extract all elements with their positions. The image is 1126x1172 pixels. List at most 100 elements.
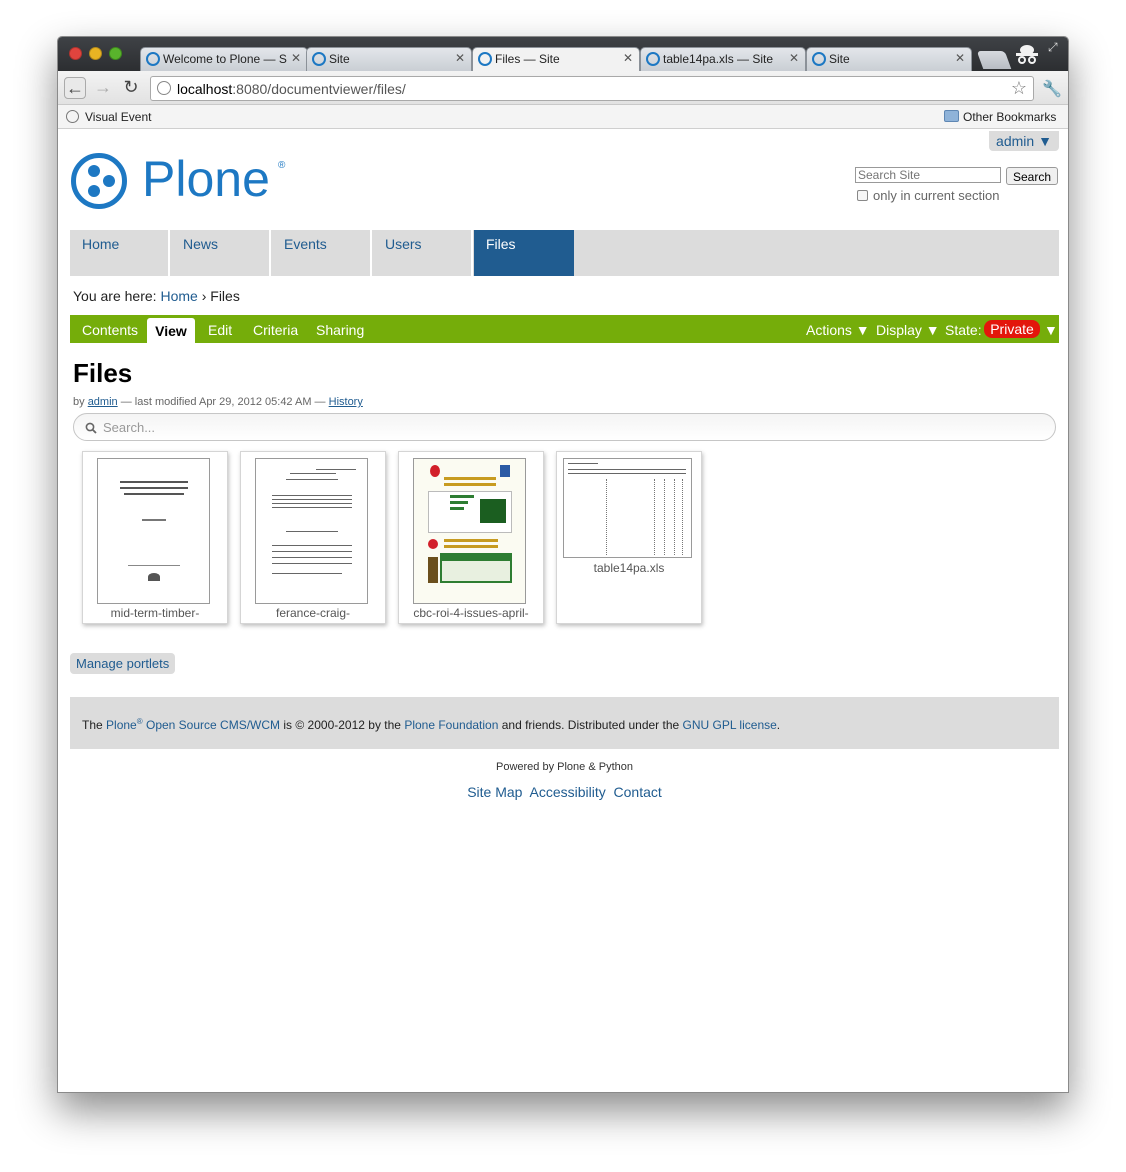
breadcrumb-label: You are here: — [73, 288, 157, 304]
state-badge[interactable]: Private — [984, 320, 1040, 338]
site-actions: Site Map Accessibility Contact — [70, 784, 1059, 800]
plone-logo[interactable]: Plone ® — [70, 151, 290, 210]
footer-license-text: GNU GPL license — [682, 718, 777, 732]
accessibility-link[interactable]: Accessibility — [529, 784, 605, 800]
file-card[interactable]: mid-term-timber- — [82, 451, 228, 624]
tab-welcome[interactable]: Welcome to Plone — S ✕ — [140, 47, 308, 71]
wrench-icon[interactable]: 🔧 — [1042, 79, 1062, 99]
byline-history-link[interactable]: History — [329, 396, 363, 408]
tab-site-2[interactable]: Site ✕ — [806, 47, 972, 71]
document-thumbnail — [255, 458, 368, 604]
close-window-button[interactable] — [69, 47, 82, 60]
footer-plone-link[interactable]: Plone® — [106, 717, 143, 732]
tab-sharing[interactable]: Sharing — [316, 322, 364, 338]
title-bar: Welcome to Plone — S ✕ Site ✕ Files — Si… — [58, 37, 1068, 71]
plone-favicon-icon — [146, 52, 160, 66]
site-search-input[interactable] — [855, 167, 1001, 183]
tab-close-icon[interactable]: ✕ — [955, 51, 965, 65]
tab-files[interactable]: Files — Site ✕ — [472, 47, 640, 71]
plone-registered-mark: ® — [278, 160, 286, 171]
contact-link[interactable]: Contact — [614, 784, 662, 800]
file-name[interactable]: mid-term-timber- — [83, 606, 227, 620]
tab-site[interactable]: Site ✕ — [306, 47, 472, 71]
page-title: Files — [73, 358, 133, 388]
tab-table14pa[interactable]: table14pa.xls — Site ✕ — [640, 47, 806, 71]
byline-modified: — last modified Apr 29, 2012 05:42 AM — — [120, 396, 326, 408]
site-search-button-label: Search — [1012, 170, 1052, 184]
nav-home[interactable]: Home — [70, 230, 170, 276]
tab-close-icon[interactable]: ✕ — [455, 51, 465, 65]
plone-logo-icon — [71, 153, 127, 209]
footer-license-link[interactable]: GNU GPL license — [683, 718, 777, 732]
file-search-box[interactable]: Search... — [73, 413, 1056, 441]
zoom-window-button[interactable] — [109, 47, 122, 60]
tab-title: table14pa.xls — Site — [663, 52, 774, 66]
bookmark-other[interactable]: Other Bookmarks — [963, 110, 1056, 124]
plone-favicon-icon — [478, 52, 492, 66]
file-card[interactable]: table14pa.xls — [556, 451, 702, 624]
current-section-label: only in current section — [873, 188, 1000, 203]
file-name[interactable]: cbc-roi-4-issues-april- — [399, 606, 543, 620]
back-button[interactable]: ← — [64, 77, 86, 99]
tab-edit[interactable]: Edit — [208, 322, 232, 338]
browser-toolbar: ← → ↻ localhost:8080/documentviewer/file… — [58, 71, 1068, 105]
tab-view[interactable]: View — [147, 318, 195, 343]
tab-criteria[interactable]: Criteria — [253, 322, 298, 338]
plone-logo-text: Plone — [142, 151, 270, 207]
url-host: localhost — [177, 81, 233, 97]
file-name[interactable]: table14pa.xls — [557, 561, 701, 575]
state-menu-arrow[interactable]: ▼ — [1044, 322, 1058, 338]
file-search-placeholder: Search... — [103, 420, 156, 435]
address-bar[interactable]: localhost:8080/documentviewer/files/ ☆ — [150, 76, 1034, 101]
nav-news[interactable]: News — [171, 230, 271, 276]
footer-plone-reg: ® — [136, 717, 143, 726]
plone-favicon-icon — [646, 52, 660, 66]
actions-menu[interactable]: Actions ▼ — [806, 322, 870, 338]
nav-files[interactable]: Files — [474, 230, 574, 276]
footer-the: The — [82, 718, 103, 732]
page-viewport: admin ▼ Plone ® Search only in current s… — [58, 130, 1068, 1092]
manage-portlets-button[interactable]: Manage portlets — [70, 653, 176, 674]
nav-events[interactable]: Events — [272, 230, 372, 276]
bookmark-visual-event[interactable]: Visual Event — [85, 110, 152, 124]
tab-title: Site — [329, 52, 350, 66]
tab-title: Welcome to Plone — S — [163, 52, 287, 66]
global-nav: Home News Events Users Files — [70, 230, 1059, 276]
site-search: Search only in current section — [855, 166, 1059, 206]
plone-favicon-icon — [312, 52, 326, 66]
browser-window: Welcome to Plone — S ✕ Site ✕ Files — Si… — [57, 36, 1069, 1093]
byline-author-link[interactable]: admin — [88, 396, 118, 408]
file-card[interactable]: cbc-roi-4-issues-april- — [398, 451, 544, 624]
edit-bar: Contents View Edit Criteria Sharing Acti… — [70, 315, 1059, 343]
site-search-button[interactable]: Search — [1006, 167, 1058, 185]
document-thumbnail — [97, 458, 210, 604]
file-card[interactable]: ferance-craig- — [240, 451, 386, 624]
footer-cms-link[interactable]: Open Source CMS/WCM — [146, 718, 280, 732]
file-name[interactable]: ferance-craig- — [241, 606, 385, 620]
breadcrumb-home[interactable]: Home — [160, 288, 197, 304]
forward-button[interactable]: → — [92, 77, 114, 99]
current-section-checkbox[interactable] — [857, 190, 868, 201]
tab-contents[interactable]: Contents — [82, 322, 138, 338]
minimize-window-button[interactable] — [89, 47, 102, 60]
tab-close-icon[interactable]: ✕ — [789, 51, 799, 65]
footer-foundation-link[interactable]: Plone Foundation — [404, 718, 498, 732]
tab-close-icon[interactable]: ✕ — [291, 51, 301, 65]
tab-view-label: View — [155, 323, 187, 339]
user-menu[interactable]: admin ▼ — [989, 131, 1059, 151]
bookmark-star-icon[interactable]: ☆ — [1011, 78, 1027, 99]
spreadsheet-thumbnail — [563, 458, 692, 558]
reload-button[interactable]: ↻ — [120, 77, 142, 99]
tab-close-icon[interactable]: ✕ — [623, 51, 633, 65]
manage-portlets-label: Manage portlets — [76, 656, 170, 671]
breadcrumb: You are here: Home › Files — [73, 288, 240, 304]
tab-strip: Welcome to Plone — S ✕ Site ✕ Files — Si… — [140, 47, 988, 71]
tab-title: Site — [829, 52, 850, 66]
site-map-link[interactable]: Site Map — [467, 784, 522, 800]
nav-users[interactable]: Users — [373, 230, 473, 276]
visual-event-icon — [66, 110, 79, 123]
footer-copyright: is © 2000-2012 by the — [283, 718, 401, 732]
display-menu[interactable]: Display ▼ — [876, 322, 940, 338]
fullscreen-icon[interactable]: ⤢ — [1048, 40, 1058, 55]
new-tab-button[interactable] — [976, 51, 1012, 69]
